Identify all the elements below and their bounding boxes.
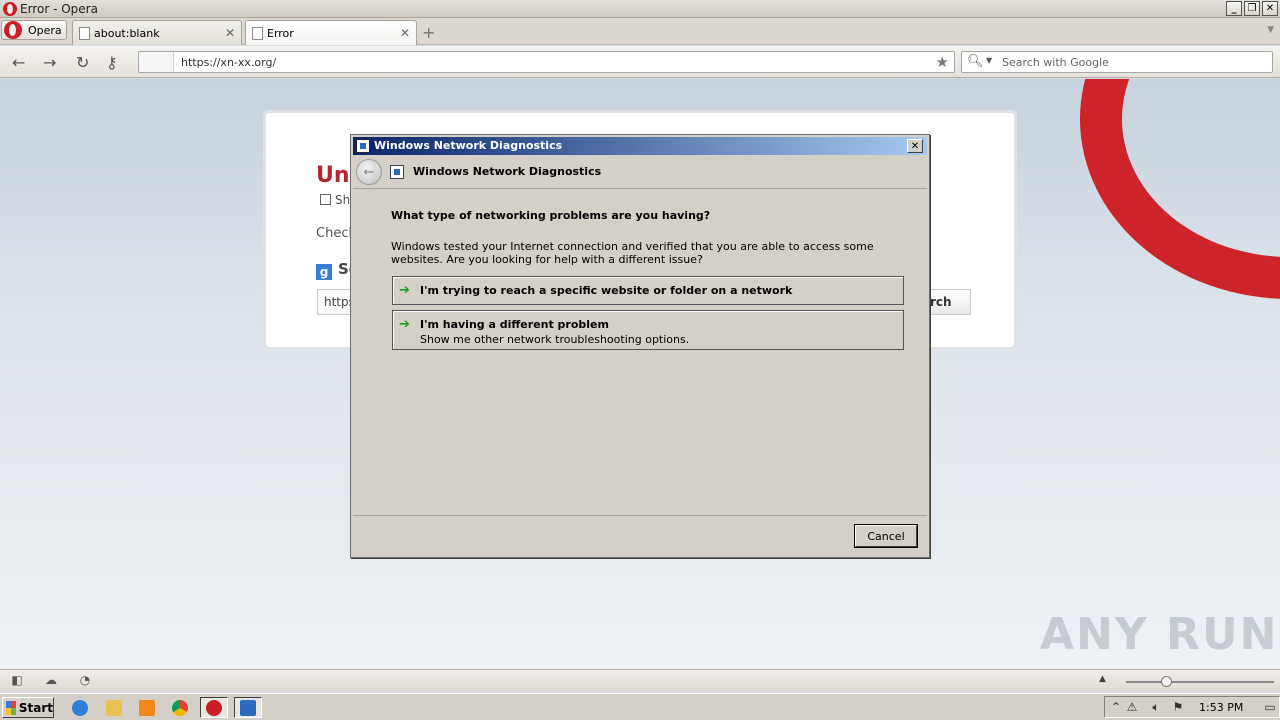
- search-engine-chevron-icon[interactable]: ▼: [986, 56, 992, 65]
- opera-menu-label: Opera: [28, 23, 62, 37]
- show-desktop-icon[interactable]: ▭: [1263, 700, 1277, 714]
- cloud-icon[interactable]: ☁: [44, 674, 58, 687]
- bookmark-star-icon[interactable]: ★: [936, 53, 949, 71]
- address-toolbar: ← → ↻ ⚷ https://xn-xx.org/ ★ 🔍︎ ▼ Search…: [0, 46, 1280, 78]
- opera-logo-icon: [4, 21, 22, 39]
- cancel-button[interactable]: Cancel: [855, 525, 917, 547]
- url-text: https://xn-xx.org/: [181, 56, 277, 69]
- google-icon: g: [316, 264, 332, 280]
- opera-menu-button[interactable]: Opera: [1, 20, 67, 40]
- dialog-titlebar: Windows Network Diagnostics ✕: [353, 137, 927, 155]
- tab-label: Error: [267, 26, 294, 40]
- dialog-header-title: Windows Network Diagnostics: [413, 165, 602, 178]
- windows-logo-icon: [6, 700, 16, 715]
- show-details-label: Sh: [335, 193, 351, 207]
- opera-logo-icon: [3, 2, 17, 16]
- back-arrow-icon[interactable]: ←: [12, 53, 25, 72]
- minimize-button[interactable]: _: [1226, 1, 1242, 16]
- restore-button[interactable]: ❐: [1244, 1, 1260, 16]
- option-title: I'm having a different problem: [420, 318, 609, 331]
- chrome-icon[interactable]: [166, 697, 194, 718]
- search-placeholder: Search with Google: [1002, 56, 1109, 69]
- search-field[interactable]: 🔍︎ ▼ Search with Google: [961, 51, 1273, 73]
- option-subtitle: Show me other network troubleshooting op…: [420, 333, 690, 346]
- start-button[interactable]: Start: [2, 697, 54, 718]
- internet-explorer-icon[interactable]: [66, 697, 94, 718]
- window-title: Error - Opera: [20, 2, 98, 16]
- volume-icon[interactable]: 🔈︎: [1149, 700, 1163, 714]
- tab-close-icon[interactable]: ✕: [225, 26, 235, 40]
- dialog-body: What type of networking problems are you…: [353, 190, 927, 516]
- dialog-description: Windows tested your Internet connection …: [391, 240, 874, 266]
- network-warning-icon[interactable]: ⚠: [1125, 700, 1139, 714]
- system-tray: ⌃ ⚠ 🔈︎ ⚑ 1:53 PM ▭: [1104, 696, 1280, 718]
- error-search-button[interactable]: rch: [929, 289, 971, 315]
- back-arrow-icon[interactable]: ←: [356, 159, 382, 185]
- taskbar-clock[interactable]: 1:53 PM: [1199, 701, 1243, 714]
- network-diagnostics-icon: [390, 165, 404, 179]
- file-explorer-icon[interactable]: [100, 697, 128, 718]
- speed-dial-icon[interactable]: ◔: [78, 674, 92, 687]
- status-bar: ◧ ☁ ◔ ▲: [0, 669, 1280, 692]
- media-player-icon[interactable]: [133, 697, 161, 718]
- dialog-title: Windows Network Diagnostics: [374, 139, 563, 152]
- page-icon: [252, 26, 263, 40]
- page-icon: [79, 26, 90, 40]
- zoom-slider-handle[interactable]: [1161, 676, 1172, 687]
- tab-error[interactable]: Error ✕: [245, 20, 417, 45]
- forward-arrow-icon[interactable]: →: [43, 53, 56, 72]
- option-title: I'm trying to reach a specific website o…: [420, 284, 793, 297]
- dialog-header: ← Windows Network Diagnostics: [353, 156, 927, 189]
- url-field[interactable]: https://xn-xx.org/ ★: [138, 51, 955, 73]
- option-reach-website[interactable]: ➔ I'm trying to reach a specific website…: [392, 276, 904, 305]
- start-label: Start: [18, 700, 53, 715]
- dialog-footer: Cancel: [353, 517, 927, 555]
- green-arrow-icon: ➔: [399, 317, 410, 332]
- opera-taskbar-icon[interactable]: [200, 697, 228, 718]
- window-controls: _ ❐ ✕: [1226, 1, 1278, 16]
- dialog-close-button[interactable]: ✕: [907, 139, 923, 153]
- taskbar: Start ⌃ ⚠ 🔈︎ ⚑ 1:53 PM ▭: [0, 693, 1280, 720]
- show-hidden-icons-chevron-icon[interactable]: ⌃: [1109, 700, 1123, 714]
- search-icon: 🔍︎: [967, 54, 984, 69]
- window-titlebar: Error - Opera _ ❐ ✕: [0, 0, 1280, 18]
- network-diagnostics-dialog: Windows Network Diagnostics ✕ ← Windows …: [350, 134, 930, 558]
- network-diagnostics-taskbar-icon[interactable]: [234, 697, 262, 718]
- new-tab-icon[interactable]: +: [422, 23, 435, 42]
- opera-background-logo: [1080, 79, 1280, 299]
- anyrun-watermark: ANY RUN: [1040, 609, 1279, 660]
- checkbox-icon[interactable]: [320, 194, 331, 205]
- close-window-button[interactable]: ✕: [1262, 1, 1278, 16]
- zoom-slider[interactable]: [1126, 681, 1274, 683]
- tab-about-blank[interactable]: about:blank ✕: [72, 20, 242, 45]
- option-different-problem[interactable]: ➔ I'm having a different problem Show me…: [392, 310, 904, 350]
- action-center-flag-icon[interactable]: ⚑: [1171, 700, 1185, 714]
- tab-bar: Opera about:blank ✕ Error ✕ + ▼: [0, 18, 1280, 45]
- tab-close-icon[interactable]: ✕: [400, 26, 410, 40]
- site-info-badge[interactable]: [139, 52, 174, 72]
- tab-label: about:blank: [94, 26, 160, 40]
- zoom-chevron-up-icon[interactable]: ▲: [1099, 674, 1106, 684]
- tab-list-chevron-icon[interactable]: ▼: [1267, 25, 1274, 35]
- reload-icon[interactable]: ↻: [76, 53, 89, 72]
- key-icon[interactable]: ⚷: [106, 53, 118, 72]
- dialog-question: What type of networking problems are you…: [391, 209, 711, 222]
- panel-toggle-icon[interactable]: ◧: [10, 674, 24, 687]
- show-details-checkbox[interactable]: Sh: [320, 193, 350, 207]
- network-diagnostics-icon: [356, 139, 370, 153]
- green-arrow-icon: ➔: [399, 283, 410, 298]
